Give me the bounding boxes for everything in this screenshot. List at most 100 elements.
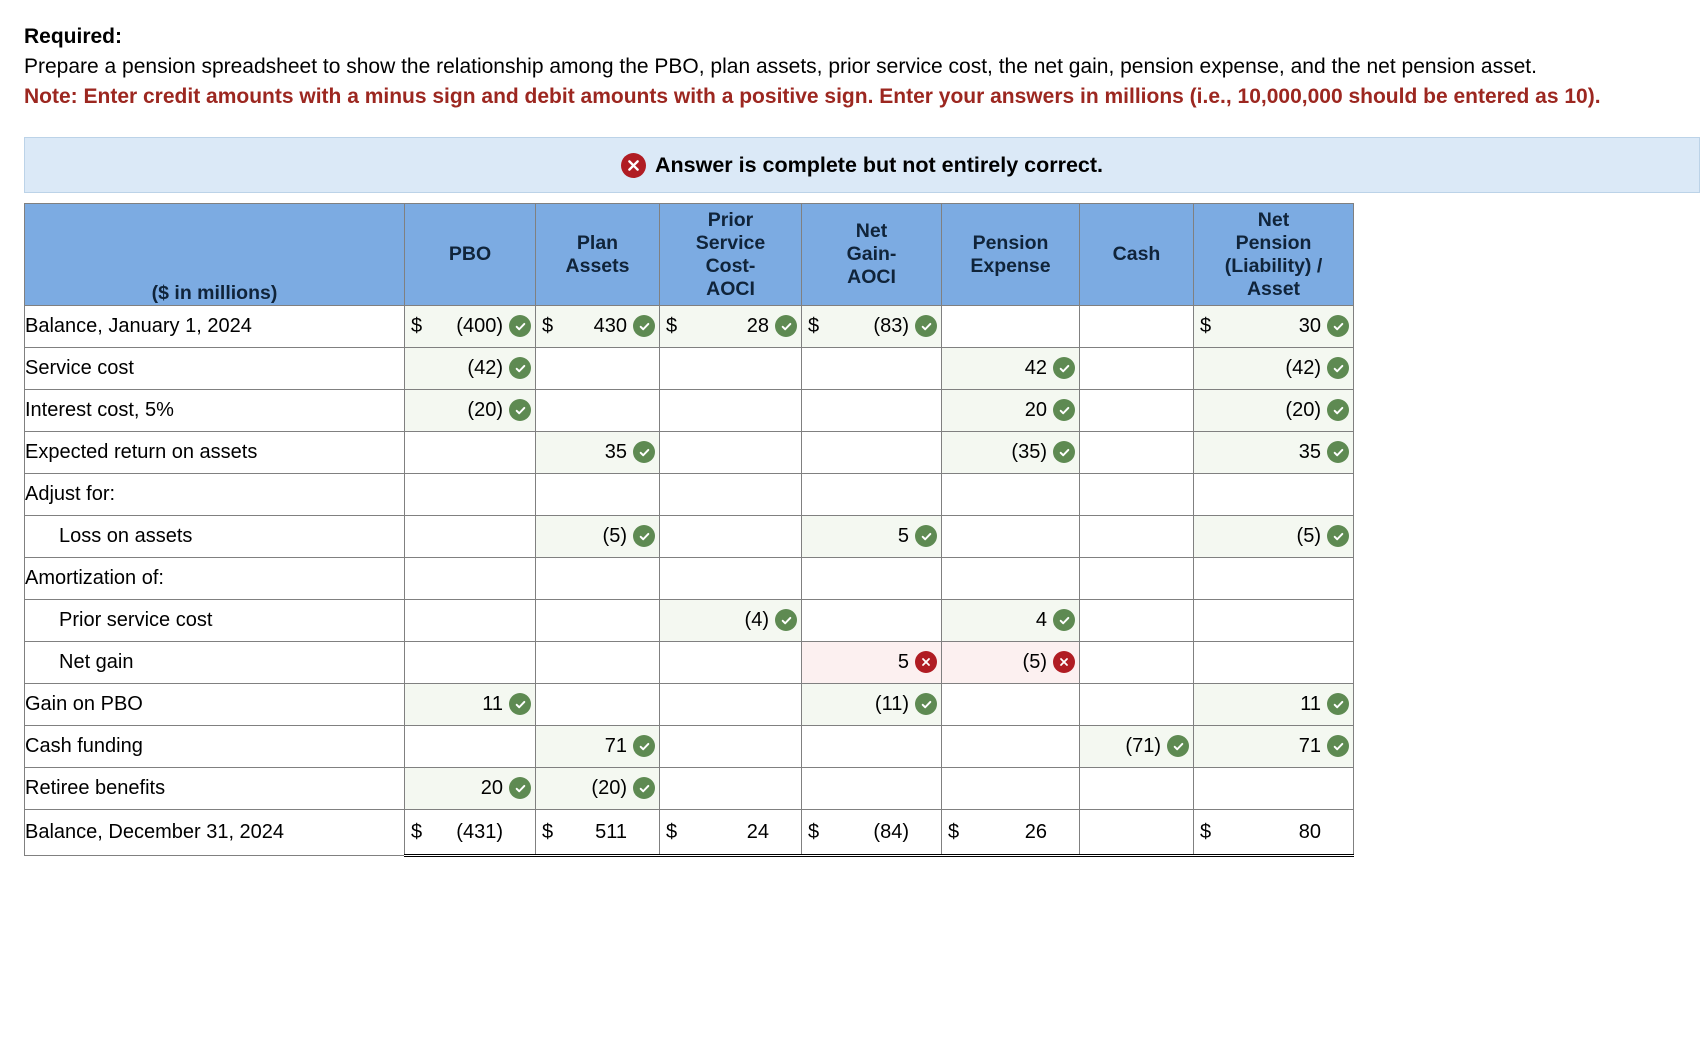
cell-r11-c5[interactable] [1079, 767, 1194, 811]
cell-r5-c0[interactable] [404, 515, 536, 559]
cell-r11-c3[interactable] [801, 767, 942, 811]
cell-r7-c6[interactable] [1193, 599, 1354, 643]
cell-r8-c5[interactable] [1079, 641, 1194, 685]
cell-r0-c2[interactable]: $28 [659, 305, 802, 349]
cell-r9-c3[interactable]: (11) [801, 683, 942, 727]
cell-r10-c1[interactable]: 71 [535, 725, 660, 769]
cell-r3-c2[interactable] [659, 431, 802, 475]
cell-r6-c6[interactable] [1193, 557, 1354, 601]
cell-r9-c0[interactable]: 11 [404, 683, 536, 727]
cell-r10-c0[interactable] [404, 725, 536, 769]
cell-r9-c5[interactable] [1079, 683, 1194, 727]
cell-r9-c6[interactable]: 11 [1193, 683, 1354, 727]
cell-r2-c0[interactable]: (20) [404, 389, 536, 433]
cell-r5-c5[interactable] [1079, 515, 1194, 559]
cell-r5-c2[interactable] [659, 515, 802, 559]
cell-r7-c1[interactable] [535, 599, 660, 643]
cell-r4-c1[interactable] [535, 473, 660, 517]
grade-badge [775, 609, 797, 633]
cell-r6-c1[interactable] [535, 557, 660, 601]
cell-r8-c2[interactable] [659, 641, 802, 685]
cell-r3-c4[interactable]: (35) [941, 431, 1080, 475]
cell-r0-c1[interactable]: $430 [535, 305, 660, 349]
cell-r10-c6[interactable]: 71 [1193, 725, 1354, 769]
cell-r3-c1[interactable]: 35 [535, 431, 660, 475]
cell-r7-c2[interactable]: (4) [659, 599, 802, 643]
cell-r5-c3[interactable]: 5 [801, 515, 942, 559]
currency-symbol: $ [1200, 315, 1212, 338]
cell-r7-c0[interactable] [404, 599, 536, 643]
cell-r8-c0[interactable] [404, 641, 536, 685]
cell-r4-c6[interactable] [1193, 473, 1354, 517]
cell-r6-c2[interactable] [659, 557, 802, 601]
row-label: Amortization of: [24, 557, 405, 601]
cell-r12-c6[interactable]: $80 [1193, 809, 1354, 858]
cell-r7-c4[interactable]: 4 [941, 599, 1080, 643]
cell-r2-c2[interactable] [659, 389, 802, 433]
cell-r1-c1[interactable] [535, 347, 660, 391]
row-label: Balance, December 31, 2024 [24, 809, 405, 857]
cell-r0-c3[interactable]: $ (83) [801, 305, 942, 349]
cell-r1-c0[interactable]: (42) [404, 347, 536, 391]
cell-r8-c6[interactable] [1193, 641, 1354, 685]
cell-r11-c0[interactable]: 20 [404, 767, 536, 811]
cell-r0-c4[interactable] [941, 305, 1080, 349]
grade-badge [633, 735, 655, 759]
cell-r2-c4[interactable]: 20 [941, 389, 1080, 433]
cell-r11-c1[interactable]: (20) [535, 767, 660, 811]
cell-r4-c3[interactable] [801, 473, 942, 517]
cell-r6-c3[interactable] [801, 557, 942, 601]
cell-r10-c4[interactable] [941, 725, 1080, 769]
cell-r11-c4[interactable] [941, 767, 1080, 811]
grade-badge [915, 693, 937, 717]
cell-r2-c6[interactable]: (20) [1193, 389, 1354, 433]
cell-r11-c6[interactable] [1193, 767, 1354, 811]
cell-r6-c4[interactable] [941, 557, 1080, 601]
cell-r12-c3[interactable]: $ (84) [801, 809, 942, 858]
cell-r1-c4[interactable]: 42 [941, 347, 1080, 391]
page-root: Required: Prepare a pension spreadsheet … [0, 0, 1700, 858]
cell-r9-c1[interactable] [535, 683, 660, 727]
cell-value: (5) [1296, 525, 1321, 548]
cell-r12-c1[interactable]: $511 [535, 809, 660, 858]
cell-r12-c5[interactable] [1079, 809, 1194, 858]
cell-r12-c0[interactable]: $ (431) [404, 809, 536, 858]
cell-r10-c3[interactable] [801, 725, 942, 769]
cell-r0-c0[interactable]: $ (400) [404, 305, 536, 349]
cell-r3-c5[interactable] [1079, 431, 1194, 475]
cell-r1-c6[interactable]: (42) [1193, 347, 1354, 391]
cell-r12-c2[interactable]: $24 [659, 809, 802, 858]
cell-r1-c5[interactable] [1079, 347, 1194, 391]
cell-r3-c3[interactable] [801, 431, 942, 475]
cell-r8-c1[interactable] [535, 641, 660, 685]
cell-r9-c2[interactable] [659, 683, 802, 727]
cell-r9-c4[interactable] [941, 683, 1080, 727]
grade-badge [1327, 357, 1349, 381]
cell-r4-c4[interactable] [941, 473, 1080, 517]
cell-r1-c2[interactable] [659, 347, 802, 391]
cell-r7-c5[interactable] [1079, 599, 1194, 643]
cell-r4-c0[interactable] [404, 473, 536, 517]
cell-r6-c5[interactable] [1079, 557, 1194, 601]
cell-r11-c2[interactable] [659, 767, 802, 811]
cell-r3-c0[interactable] [404, 431, 536, 475]
cell-r8-c3[interactable]: 5 [801, 641, 942, 685]
cell-r6-c0[interactable] [404, 557, 536, 601]
cell-r7-c3[interactable] [801, 599, 942, 643]
cell-r3-c6[interactable]: 35 [1193, 431, 1354, 475]
cell-r2-c3[interactable] [801, 389, 942, 433]
cell-r0-c5[interactable] [1079, 305, 1194, 349]
cell-r10-c5[interactable]: (71) [1079, 725, 1194, 769]
cell-r12-c4[interactable]: $26 [941, 809, 1080, 858]
cell-r5-c6[interactable]: (5) [1193, 515, 1354, 559]
cell-r10-c2[interactable] [659, 725, 802, 769]
cell-r4-c2[interactable] [659, 473, 802, 517]
cell-r1-c3[interactable] [801, 347, 942, 391]
cell-r4-c5[interactable] [1079, 473, 1194, 517]
cell-r2-c5[interactable] [1079, 389, 1194, 433]
cell-r5-c4[interactable] [941, 515, 1080, 559]
cell-r5-c1[interactable]: (5) [535, 515, 660, 559]
cell-r2-c1[interactable] [535, 389, 660, 433]
cell-r8-c4[interactable]: (5) [941, 641, 1080, 685]
cell-r0-c6[interactable]: $30 [1193, 305, 1354, 349]
